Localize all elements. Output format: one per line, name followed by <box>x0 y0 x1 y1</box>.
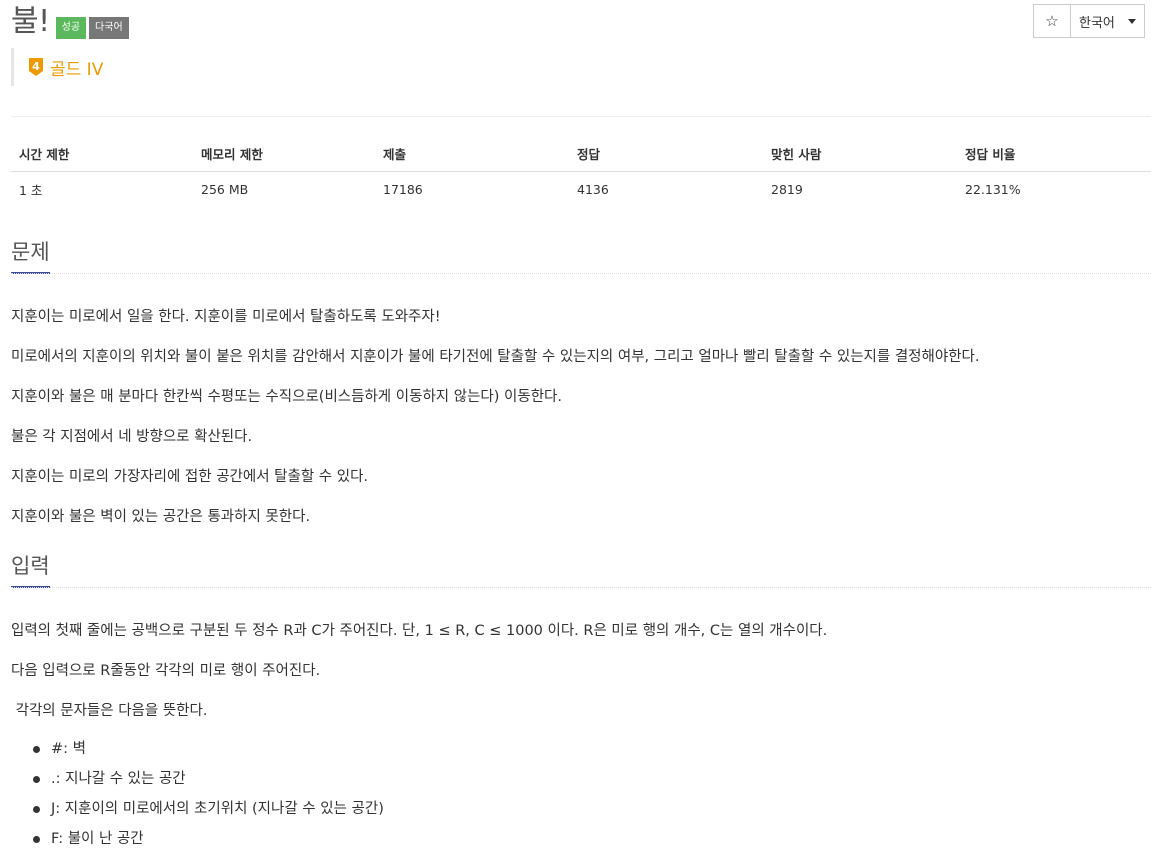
description-paragraph: 지훈이는 미로에서 일을 한다. 지훈이를 미로에서 탈출하도록 도와주자! <box>11 309 441 325</box>
value-accept-ratio: 22.131% <box>965 181 1021 197</box>
tier-row: 4 골드 IV <box>11 48 103 86</box>
status-badge-success: 성공 <box>55 17 87 39</box>
svg-text:4: 4 <box>32 60 40 73</box>
tier-label[interactable]: 골드 IV <box>50 55 103 80</box>
info-header-row: 시간 제한 메모리 제한 제출 정답 맞힌 사람 정답 비율 <box>11 136 1151 172</box>
description-section-header: 문제 <box>11 238 1151 274</box>
input-paragraph: 각각의 문자들은 다음을 뜻한다. <box>11 703 208 719</box>
problem-info-table: 시간 제한 메모리 제한 제출 정답 맞힌 사람 정답 비율 1 초 256 M… <box>11 136 1151 206</box>
multilang-badge: 다국어 <box>89 17 129 39</box>
header-time-limit: 시간 제한 <box>11 136 193 172</box>
header-memory-limit: 메모리 제한 <box>193 136 375 172</box>
favorite-star-button[interactable]: ☆ <box>1033 4 1071 38</box>
title-row: 불! 성공 다국어 <box>11 4 129 40</box>
header-accepted: 정답 <box>569 136 763 172</box>
input-section-header: 입력 <box>11 552 1151 588</box>
value-accepted: 4136 <box>577 181 609 197</box>
page-title: 불! <box>11 4 50 39</box>
list-item: F: 불이 난 공간 <box>11 824 384 854</box>
description-paragraph: 지훈이와 불은 벽이 있는 공간은 통과하지 못한다. <box>11 509 311 525</box>
value-submissions: 17186 <box>383 181 423 197</box>
divider <box>11 116 1151 117</box>
description-paragraph: 불은 각 지점에서 네 방향으로 확산된다. <box>11 429 253 445</box>
tier-badge-icon: 4 <box>29 58 43 76</box>
list-item: J: 지훈이의 미로에서의 초기위치 (지나갈 수 있는 공간) <box>11 794 384 824</box>
value-solved-users: 2819 <box>771 181 803 197</box>
description-paragraph: 지훈이와 불은 매 분마다 한칸씩 수평또는 수직으로(비스듬하게 이동하지 않… <box>11 389 562 405</box>
list-item: .: 지나갈 수 있는 공간 <box>11 764 384 794</box>
header-solved-users: 맞힌 사람 <box>763 136 957 172</box>
info-value-row: 1 초 256 MB 17186 4136 2819 22.131% <box>11 172 1151 207</box>
list-item: #: 벽 <box>11 734 384 764</box>
input-heading: 입력 <box>11 552 50 588</box>
star-icon: ☆ <box>1045 12 1059 30</box>
language-label: 한국어 <box>1079 15 1115 31</box>
header-submissions: 제출 <box>375 136 569 172</box>
caret-down-icon <box>1128 18 1136 24</box>
description-paragraph: 지훈이는 미로의 가장자리에 접한 공간에서 탈출할 수 있다. <box>11 469 369 485</box>
char-legend-list: #: 벽 .: 지나갈 수 있는 공간 J: 지훈이의 미로에서의 초기위치 (… <box>11 734 384 854</box>
value-memory-limit: 256 MB <box>201 181 249 197</box>
description-heading: 문제 <box>11 238 50 274</box>
input-paragraph: 입력의 첫째 줄에는 공백으로 구분된 두 정수 R과 C가 주어진다. 단, … <box>11 623 828 639</box>
header-accept-ratio: 정답 비율 <box>957 136 1151 172</box>
top-buttons: ☆ 한국어 <box>1033 4 1145 38</box>
language-dropdown[interactable]: 한국어 <box>1071 4 1145 38</box>
value-time-limit: 1 초 <box>19 182 43 198</box>
description-paragraph: 미로에서의 지훈이의 위치와 불이 붙은 위치를 감안해서 지훈이가 불에 타기… <box>11 349 980 365</box>
input-paragraph: 다음 입력으로 R줄동안 각각의 미로 행이 주어진다. <box>11 663 321 679</box>
